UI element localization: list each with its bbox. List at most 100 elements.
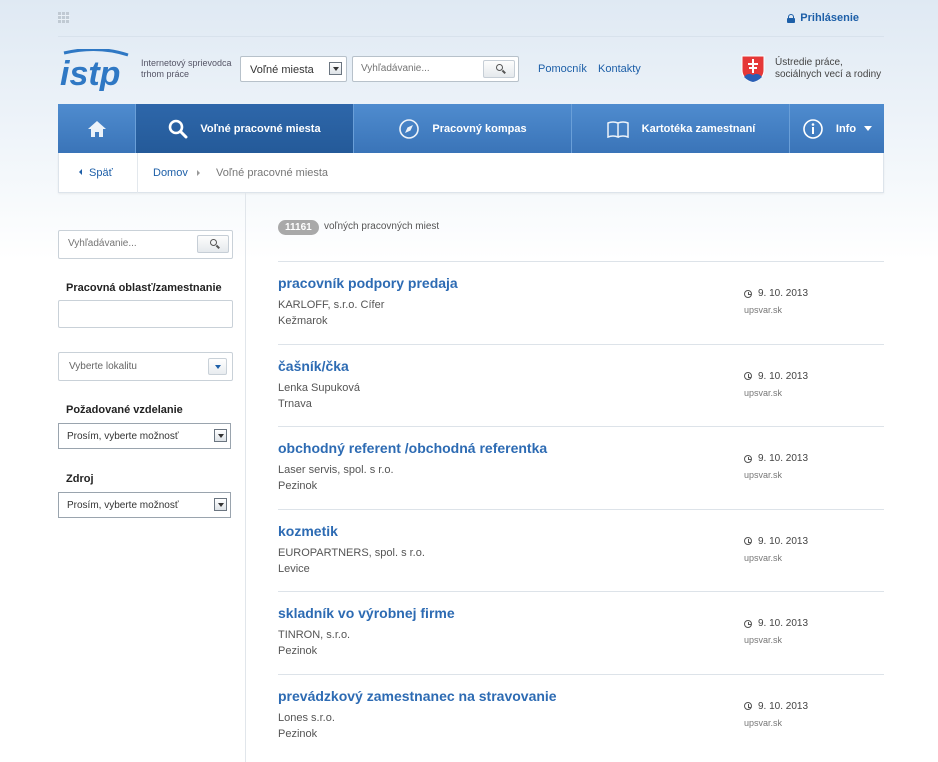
education-label: Požadované vzdelanie — [66, 404, 183, 416]
job-date: 9. 10. 2013 — [744, 618, 808, 629]
job-date: 9. 10. 2013 — [744, 536, 808, 547]
location-select-value: Vyberte lokalitu — [69, 361, 137, 372]
job-source: upsvar.sk — [744, 552, 783, 563]
search-icon — [496, 64, 503, 71]
job-title-link[interactable]: čašník/čka — [278, 358, 349, 374]
job-item: prevádzkový zamestnanec na stravovanie L… — [278, 673, 884, 757]
job-title-link[interactable]: obchodný referent /obchodná referentka — [278, 440, 547, 456]
breadcrumb-current: Voľné pracovné miesta — [216, 167, 329, 179]
info-icon — [803, 118, 823, 139]
nav-occupations-label: Kartotéka zamestnaní — [641, 122, 756, 135]
clock-icon — [744, 289, 752, 298]
clock-icon — [744, 372, 752, 380]
job-location: Trnava — [278, 397, 312, 410]
header: istp Internetový sprievodca trhom práce … — [0, 37, 938, 103]
top-bar: Prihlásenie — [0, 0, 938, 36]
job-company: KARLOFF, s.r.o. Cífer — [278, 299, 385, 311]
clock-icon — [744, 702, 752, 710]
job-date: 9. 10. 2013 — [744, 371, 808, 382]
job-source: upsvar.sk — [744, 717, 783, 728]
job-date-value: 9. 10. 2013 — [758, 370, 809, 382]
job-source: upsvar.sk — [744, 387, 783, 398]
nav-compass-label: Pracovný kompas — [432, 122, 527, 135]
back-link[interactable]: Späť — [79, 167, 113, 179]
tagline-line-2: trhom práce — [141, 69, 190, 79]
contacts-link[interactable]: Kontakty — [598, 63, 641, 75]
tagline-line-1: Internetový sprievodca — [141, 58, 232, 68]
book-icon — [606, 120, 629, 138]
sidebar-search-button[interactable] — [197, 235, 229, 253]
section-select-value: Voľné miesta — [250, 64, 314, 76]
job-title-link[interactable]: pracovník podpory predaja — [278, 275, 458, 291]
clock-icon — [744, 619, 752, 628]
job-location: Pezinok — [278, 727, 318, 740]
sidebar-divider — [245, 193, 246, 762]
job-item: obchodný referent /obchodná referentka L… — [278, 426, 884, 509]
chevron-down-icon[interactable] — [208, 358, 227, 375]
nav-occupations[interactable]: Kartotéka zamestnaní — [572, 104, 790, 153]
header-search-input[interactable] — [361, 63, 481, 74]
nav-info-label: Info — [835, 122, 857, 135]
login-label: Prihlásenie — [800, 12, 859, 24]
job-date-value: 9. 10. 2013 — [758, 618, 809, 629]
source-label: Zdroj — [66, 473, 94, 485]
clock-icon — [744, 454, 752, 463]
breadcrumb-divider — [137, 153, 138, 193]
ministry-text[interactable]: Ústredie práce, sociálnych vecí a rodiny — [775, 57, 885, 81]
job-list: pracovník podpory predaja KARLOFF, s.r.o… — [278, 261, 884, 756]
source-select[interactable]: Prosím, vyberte možnosť — [58, 492, 231, 518]
job-date: 9. 10. 2013 — [744, 453, 808, 464]
area-input[interactable] — [58, 300, 233, 328]
job-source: upsvar.sk — [744, 635, 783, 645]
istp-logo[interactable]: istp — [58, 49, 130, 91]
location-select[interactable]: Vyberte lokalitu — [58, 352, 233, 381]
slovak-crest-icon — [741, 55, 765, 83]
search-icon — [210, 239, 217, 246]
main-nav: Voľné pracovné miesta Pracovný kompas Ka… — [58, 104, 884, 153]
job-date-value: 9. 10. 2013 — [758, 535, 809, 547]
header-search — [352, 56, 519, 82]
sidebar-search-input[interactable] — [68, 238, 188, 249]
lock-icon — [787, 13, 796, 23]
grid-icon[interactable] — [58, 12, 70, 23]
job-company: Laser servis, spol. s r.o. — [278, 464, 394, 476]
breadcrumb: Späť Domov Voľné pracovné miesta — [58, 153, 884, 193]
nav-vacancies-label: Voľné pracovné miesta — [200, 122, 321, 135]
job-date: 9. 10. 2013 — [744, 288, 808, 299]
nav-vacancies[interactable]: Voľné pracovné miesta — [136, 104, 354, 153]
job-source: upsvar.sk — [744, 305, 783, 315]
job-date-value: 9. 10. 2013 — [758, 288, 809, 299]
job-location: Kežmarok — [278, 315, 328, 327]
svg-text:istp: istp — [60, 55, 120, 91]
job-company: Lenka Supuková — [278, 381, 360, 394]
job-date: 9. 10. 2013 — [744, 701, 808, 712]
help-link[interactable]: Pomocník — [538, 63, 587, 75]
chevron-down-icon[interactable] — [214, 498, 227, 511]
section-select[interactable]: Voľné miesta — [240, 56, 347, 82]
compass-icon — [399, 118, 420, 139]
job-title-link[interactable]: kozmetik — [278, 523, 338, 539]
chevron-down-icon[interactable] — [329, 62, 342, 75]
source-select-value: Prosím, vyberte možnosť — [67, 500, 179, 511]
nav-compass[interactable]: Pracovný kompas — [354, 104, 572, 153]
job-title-link[interactable]: skladník vo výrobnej firme — [278, 605, 455, 621]
job-date-value: 9. 10. 2013 — [758, 700, 809, 712]
area-label: Pracovná oblasť/zamestnanie — [66, 282, 222, 294]
login-link[interactable]: Prihlásenie — [787, 12, 859, 24]
nav-home[interactable] — [58, 104, 136, 153]
education-select[interactable]: Prosím, vyberte možnosť — [58, 423, 231, 449]
breadcrumb-home[interactable]: Domov — [153, 167, 188, 179]
results-count-text: voľných pracovných miest — [324, 221, 440, 232]
job-item: čašník/čka Lenka Supuková Trnava 9. 10. … — [278, 343, 884, 427]
search-icon — [169, 119, 188, 138]
tagline: Internetový sprievodca trhom práce — [141, 58, 241, 80]
header-search-button[interactable] — [483, 60, 515, 78]
job-source: upsvar.sk — [744, 470, 783, 480]
ministry-line-2: sociálnych vecí a rodiny — [775, 69, 882, 80]
education-select-value: Prosím, vyberte možnosť — [67, 431, 179, 442]
job-company: EUROPARTNERS, spol. s r.o. — [278, 546, 425, 559]
chevron-down-icon[interactable] — [214, 429, 227, 442]
nav-info[interactable]: Info — [790, 104, 884, 153]
job-location: Levice — [278, 562, 310, 575]
job-title-link[interactable]: prevádzkový zamestnanec na stravovanie — [278, 688, 557, 704]
